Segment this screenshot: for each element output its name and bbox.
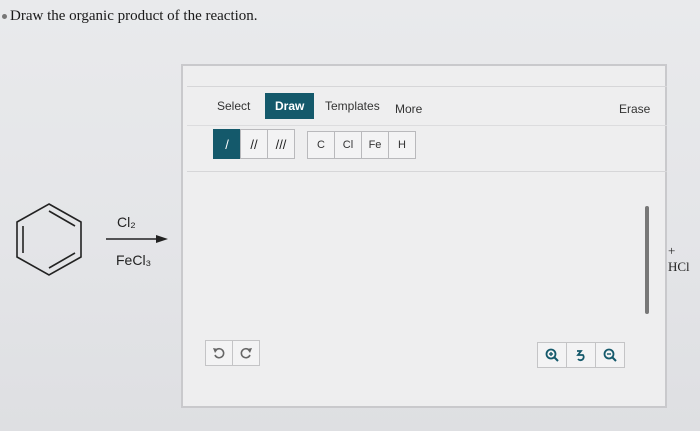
tab-draw[interactable]: Draw bbox=[265, 93, 315, 119]
bond-tools: / // /// bbox=[213, 129, 295, 159]
triple-bond-button[interactable]: /// bbox=[267, 129, 295, 159]
benzene-structure bbox=[16, 203, 82, 276]
tab-templates[interactable]: Templates bbox=[319, 93, 386, 119]
reaction-arrow bbox=[106, 235, 168, 243]
zoom-in-button[interactable] bbox=[537, 342, 567, 368]
redo-button[interactable] bbox=[232, 340, 260, 366]
single-bond-button[interactable]: / bbox=[213, 129, 241, 159]
atom-button-fe[interactable]: Fe bbox=[361, 131, 389, 159]
atom-tools: C Cl Fe H bbox=[307, 131, 416, 159]
erase-button[interactable]: Erase bbox=[613, 96, 656, 122]
toolbar-divider bbox=[187, 125, 667, 126]
undo-icon bbox=[213, 347, 225, 359]
history-tools bbox=[205, 340, 260, 366]
double-bond-button[interactable]: // bbox=[240, 129, 268, 159]
redo-icon bbox=[240, 347, 252, 359]
byproduct-hcl: + HCl bbox=[668, 243, 690, 274]
editor-toolbar: Select Draw Templates More Erase / // //… bbox=[187, 86, 667, 172]
canvas-scrollbar[interactable] bbox=[645, 206, 649, 314]
question-bullet bbox=[2, 14, 7, 19]
tab-more[interactable]: More bbox=[389, 96, 428, 122]
zoom-in-icon bbox=[545, 348, 559, 362]
reagent-cl2: Cl₂ bbox=[117, 214, 136, 230]
tab-select[interactable]: Select bbox=[211, 93, 256, 119]
atom-button-h[interactable]: H bbox=[388, 131, 416, 159]
undo-button[interactable] bbox=[205, 340, 233, 366]
zoom-reset-button[interactable] bbox=[566, 342, 596, 368]
reagent-fecl3: FeCl₃ bbox=[116, 252, 152, 268]
drawing-panel[interactable]: Select Draw Templates More Erase / // //… bbox=[181, 64, 667, 408]
zoom-reset-icon bbox=[576, 350, 585, 362]
zoom-out-icon bbox=[603, 348, 617, 362]
atom-button-cl[interactable]: Cl bbox=[334, 131, 362, 159]
question-text: Draw the organic product of the reaction… bbox=[10, 8, 258, 24]
atom-button-c[interactable]: C bbox=[307, 131, 335, 159]
zoom-tools bbox=[537, 342, 625, 368]
zoom-out-button[interactable] bbox=[595, 342, 625, 368]
